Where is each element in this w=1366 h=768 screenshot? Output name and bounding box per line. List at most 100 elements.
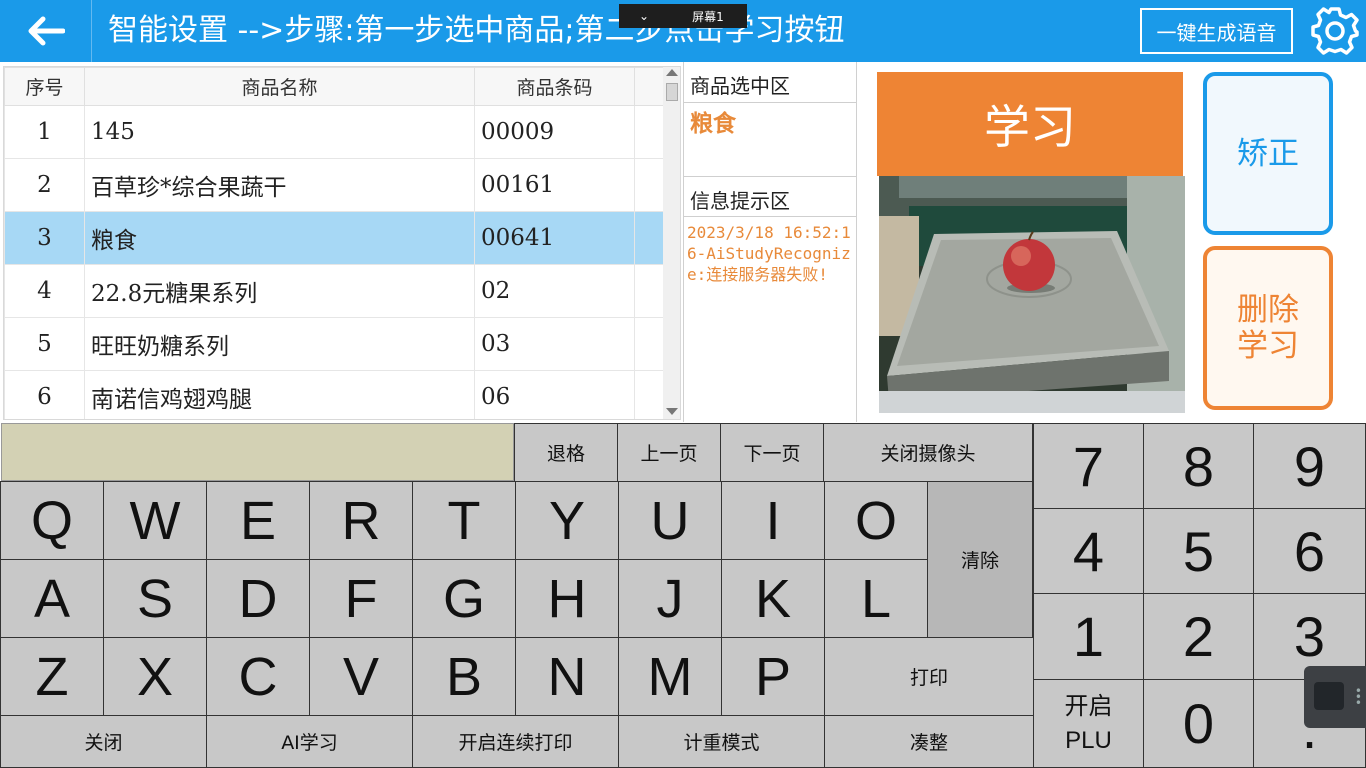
key-t[interactable]: T bbox=[412, 481, 516, 560]
delete-learning-label-line1: 删除 bbox=[1237, 292, 1299, 328]
more-icon[interactable]: • • • bbox=[1355, 685, 1362, 709]
key-z[interactable]: Z bbox=[0, 637, 104, 716]
cell-spacer bbox=[634, 158, 665, 212]
table-row-selected[interactable]: 3 粮食 00641 bbox=[4, 211, 665, 265]
close-key[interactable]: 关闭 bbox=[0, 715, 207, 768]
screen-tab[interactable]: ⌄ 屏幕1 bbox=[619, 4, 747, 28]
correct-button[interactable]: 矫正 bbox=[1203, 72, 1333, 235]
key-j[interactable]: J bbox=[618, 559, 722, 638]
backspace-key[interactable]: 退格 bbox=[514, 423, 618, 482]
key-f[interactable]: F bbox=[309, 559, 413, 638]
num-key-5[interactable]: 5 bbox=[1143, 508, 1254, 594]
delete-learning-button[interactable]: 删除 学习 bbox=[1203, 246, 1333, 410]
key-d[interactable]: D bbox=[206, 559, 310, 638]
selected-product-value: 粮食 bbox=[690, 111, 736, 137]
key-o[interactable]: O bbox=[824, 481, 928, 560]
key-r[interactable]: R bbox=[309, 481, 413, 560]
table-row[interactable]: 4 22.8元糖果系列 02 bbox=[4, 264, 665, 318]
key-k[interactable]: K bbox=[721, 559, 825, 638]
key-i[interactable]: I bbox=[721, 481, 825, 560]
chevron-down-icon[interactable]: ⌄ bbox=[619, 9, 669, 23]
clear-key[interactable]: 清除 bbox=[927, 481, 1033, 638]
cell-name: 南诺信鸡翅鸡腿 bbox=[84, 370, 475, 419]
scroll-up-icon[interactable] bbox=[666, 69, 678, 76]
info-panel: 商品选中区 粮食 信息提示区 2023/3/18 16:52:16-AiStud… bbox=[683, 62, 857, 422]
key-x[interactable]: X bbox=[103, 637, 207, 716]
num-key-0[interactable]: 0 bbox=[1143, 679, 1254, 768]
key-a[interactable]: A bbox=[0, 559, 104, 638]
divider bbox=[684, 102, 856, 103]
close-camera-key[interactable]: 关闭摄像头 bbox=[823, 423, 1033, 482]
table-scrollbar[interactable] bbox=[663, 67, 680, 419]
cell-code: 00641 bbox=[474, 211, 635, 265]
hint-message: 2023/3/18 16:52:16-AiStudyRecognize:连接服务… bbox=[687, 223, 851, 284]
open-plu-key[interactable]: 开启 PLU bbox=[1033, 679, 1144, 768]
key-l[interactable]: L bbox=[824, 559, 928, 638]
key-n[interactable]: N bbox=[515, 637, 619, 716]
column-header-code[interactable]: 商品条码 bbox=[474, 67, 635, 106]
keyboard-input-field[interactable] bbox=[1, 423, 514, 481]
divider bbox=[684, 216, 856, 217]
num-key-9[interactable]: 9 bbox=[1253, 423, 1366, 509]
key-g[interactable]: G bbox=[412, 559, 516, 638]
cell-code: 06 bbox=[474, 370, 635, 419]
arrow-left-icon bbox=[28, 16, 65, 46]
hint-area-label: 信息提示区 bbox=[690, 189, 790, 213]
column-header-name[interactable]: 商品名称 bbox=[84, 67, 475, 106]
table-row[interactable]: 5 旺旺奶糖系列 03 bbox=[4, 317, 665, 371]
ai-learn-key[interactable]: AI学习 bbox=[206, 715, 413, 768]
key-q[interactable]: Q bbox=[0, 481, 104, 560]
gear-icon[interactable] bbox=[1310, 6, 1360, 56]
num-key-1[interactable]: 1 bbox=[1033, 593, 1144, 680]
cell-name: 22.8元糖果系列 bbox=[84, 264, 475, 318]
key-u[interactable]: U bbox=[618, 481, 722, 560]
num-key-7[interactable]: 7 bbox=[1033, 423, 1144, 509]
key-v[interactable]: V bbox=[309, 637, 413, 716]
table-row[interactable]: 1 145 00009 bbox=[4, 105, 665, 159]
scroll-thumb[interactable] bbox=[666, 83, 678, 101]
num-key-4[interactable]: 4 bbox=[1033, 508, 1144, 594]
num-key-8[interactable]: 8 bbox=[1143, 423, 1254, 509]
print-key[interactable]: 打印 bbox=[824, 637, 1034, 716]
key-e[interactable]: E bbox=[206, 481, 310, 560]
continuous-print-key[interactable]: 开启连续打印 bbox=[412, 715, 619, 768]
camera-preview bbox=[879, 176, 1185, 413]
key-c[interactable]: C bbox=[206, 637, 310, 716]
next-page-key[interactable]: 下一页 bbox=[720, 423, 824, 482]
cell-name: 百草珍*综合果蔬干 bbox=[84, 158, 475, 212]
table-row[interactable]: 2 百草珍*综合果蔬干 00161 bbox=[4, 158, 665, 212]
key-b[interactable]: B bbox=[412, 637, 516, 716]
cell-spacer bbox=[634, 105, 665, 159]
generate-voice-button[interactable]: 一键生成语音 bbox=[1140, 8, 1293, 54]
selected-area-label: 商品选中区 bbox=[690, 74, 790, 98]
divider bbox=[684, 176, 856, 177]
cell-index: 5 bbox=[4, 317, 85, 371]
key-y[interactable]: Y bbox=[515, 481, 619, 560]
cell-index: 6 bbox=[4, 370, 85, 419]
screen-tab-label: 屏幕1 bbox=[692, 9, 724, 24]
num-key-2[interactable]: 2 bbox=[1143, 593, 1254, 680]
delete-learning-label-line2: 学习 bbox=[1237, 328, 1299, 364]
product-table: 序号 商品名称 商品条码 1 145 00009 2 百草珍*综合果蔬干 001… bbox=[3, 66, 681, 420]
back-button[interactable] bbox=[0, 0, 92, 62]
round-key[interactable]: 凑整 bbox=[824, 715, 1034, 768]
column-header-spacer bbox=[634, 67, 665, 106]
weighing-mode-key[interactable]: 计重模式 bbox=[618, 715, 825, 768]
cell-spacer bbox=[634, 211, 665, 265]
key-m[interactable]: M bbox=[618, 637, 722, 716]
prev-page-key[interactable]: 上一页 bbox=[617, 423, 721, 482]
floating-assistant-widget[interactable]: • • • bbox=[1304, 666, 1366, 728]
num-key-6[interactable]: 6 bbox=[1253, 508, 1366, 594]
key-s[interactable]: S bbox=[103, 559, 207, 638]
table-row[interactable]: 6 南诺信鸡翅鸡腿 06 bbox=[4, 370, 665, 419]
key-p[interactable]: P bbox=[721, 637, 825, 716]
learn-button[interactable]: 学习 bbox=[877, 72, 1183, 176]
key-w[interactable]: W bbox=[103, 481, 207, 560]
column-header-index[interactable]: 序号 bbox=[4, 67, 85, 106]
table-header-row: 序号 商品名称 商品条码 bbox=[4, 67, 665, 106]
camera-scene-image bbox=[879, 176, 1185, 413]
cell-spacer bbox=[634, 370, 665, 419]
key-h[interactable]: H bbox=[515, 559, 619, 638]
scroll-down-icon[interactable] bbox=[666, 408, 678, 415]
header-bar: 智能设置 -->步骤:第一步选中商品;第二步点击学习按钮 ⌄ 屏幕1 一键生成语… bbox=[0, 0, 1366, 62]
